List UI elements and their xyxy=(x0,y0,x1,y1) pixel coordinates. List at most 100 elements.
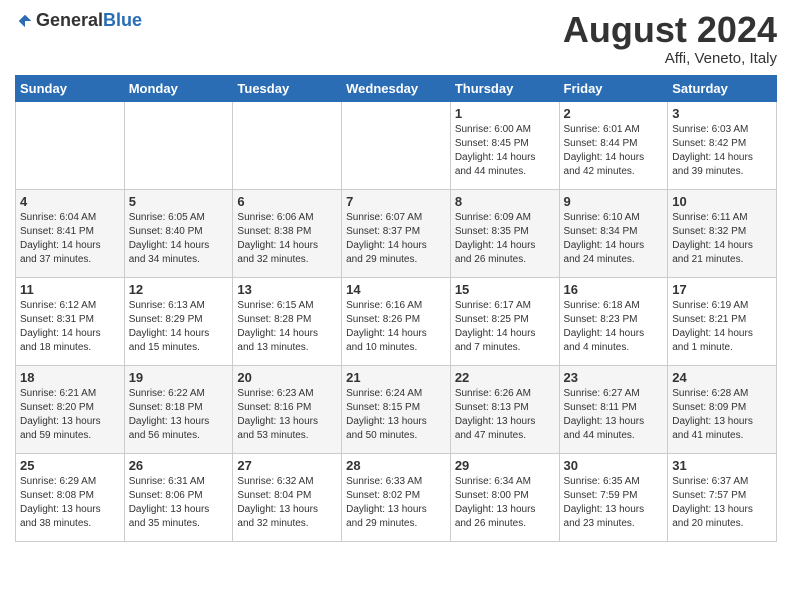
day-info: Sunrise: 6:10 AM Sunset: 8:34 PM Dayligh… xyxy=(564,211,664,267)
day-info: Sunrise: 6:35 AM Sunset: 7:59 PM Dayligh… xyxy=(564,475,664,531)
calendar-week-4: 18 Sunrise: 6:21 AM Sunset: 8:20 PM Dayli… xyxy=(16,365,777,453)
day-number: 13 xyxy=(237,282,337,297)
calendar-cell: 30 Sunrise: 6:35 AM Sunset: 7:59 PM Dayli… xyxy=(559,453,668,541)
calendar-cell: 6Sunrise: 6:06 AM Sunset: 8:38 PM Daylig… xyxy=(233,189,342,277)
calendar-week-3: 11 Sunrise: 6:12 AM Sunset: 8:31 PM Dayli… xyxy=(16,277,777,365)
calendar-cell: 2Sunrise: 6:01 AM Sunset: 8:44 PM Daylig… xyxy=(559,101,668,189)
weekday-header-tuesday: Tuesday xyxy=(233,75,342,101)
day-number: 5 xyxy=(129,194,229,209)
calendar-cell xyxy=(124,101,233,189)
day-number: 29 xyxy=(455,458,555,473)
calendar-cell: 27 Sunrise: 6:32 AM Sunset: 8:04 PM Dayli… xyxy=(233,453,342,541)
calendar-cell: 10 Sunrise: 6:11 AM Sunset: 8:32 PM Dayli… xyxy=(668,189,777,277)
day-number: 16 xyxy=(564,282,664,297)
calendar-cell: 18 Sunrise: 6:21 AM Sunset: 8:20 PM Dayli… xyxy=(16,365,125,453)
calendar-cell: 12 Sunrise: 6:13 AM Sunset: 8:29 PM Dayli… xyxy=(124,277,233,365)
day-info: Sunrise: 6:32 AM Sunset: 8:04 PM Dayligh… xyxy=(237,475,337,531)
day-info: Sunrise: 6:21 AM Sunset: 8:20 PM Dayligh… xyxy=(20,387,120,443)
calendar-cell: 9 Sunrise: 6:10 AM Sunset: 8:34 PM Daylig… xyxy=(559,189,668,277)
calendar-week-1: 1 Sunrise: 6:00 AM Sunset: 8:45 PM Daylig… xyxy=(16,101,777,189)
day-number: 8 xyxy=(455,194,555,209)
day-info: Sunrise: 6:31 AM Sunset: 8:06 PM Dayligh… xyxy=(129,475,229,531)
day-info: Sunrise: 6:11 AM Sunset: 8:32 PM Dayligh… xyxy=(672,211,772,267)
day-number: 7 xyxy=(346,194,446,209)
calendar-cell: 16 Sunrise: 6:18 AM Sunset: 8:23 PM Dayli… xyxy=(559,277,668,365)
day-number: 1 xyxy=(455,106,555,121)
calendar-cell: 24Sunrise: 6:28 AM Sunset: 8:09 PM Dayli… xyxy=(668,365,777,453)
calendar-cell: 21 Sunrise: 6:24 AM Sunset: 8:15 PM Dayli… xyxy=(342,365,451,453)
day-number: 24 xyxy=(672,370,772,385)
day-info: Sunrise: 6:00 AM Sunset: 8:45 PM Dayligh… xyxy=(455,123,555,179)
day-number: 21 xyxy=(346,370,446,385)
day-number: 31 xyxy=(672,458,772,473)
day-info: Sunrise: 6:03 AM Sunset: 8:42 PM Dayligh… xyxy=(672,123,772,179)
calendar-cell: 1 Sunrise: 6:00 AM Sunset: 8:45 PM Daylig… xyxy=(450,101,559,189)
day-info: Sunrise: 6:26 AM Sunset: 8:13 PM Dayligh… xyxy=(455,387,555,443)
weekday-header-thursday: Thursday xyxy=(450,75,559,101)
weekday-header-sunday: Sunday xyxy=(16,75,125,101)
day-info: Sunrise: 6:16 AM Sunset: 8:26 PM Dayligh… xyxy=(346,299,446,355)
logo-text-general: General xyxy=(36,10,103,30)
day-number: 20 xyxy=(237,370,337,385)
day-info: Sunrise: 6:29 AM Sunset: 8:08 PM Dayligh… xyxy=(20,475,120,531)
day-number: 4 xyxy=(20,194,120,209)
day-number: 12 xyxy=(129,282,229,297)
day-number: 18 xyxy=(20,370,120,385)
location-title: Affi, Veneto, Italy xyxy=(563,50,777,67)
day-number: 26 xyxy=(129,458,229,473)
day-number: 27 xyxy=(237,458,337,473)
weekday-header-monday: Monday xyxy=(124,75,233,101)
calendar-cell: 20 Sunrise: 6:23 AM Sunset: 8:16 PM Dayli… xyxy=(233,365,342,453)
calendar-cell: 11 Sunrise: 6:12 AM Sunset: 8:31 PM Dayli… xyxy=(16,277,125,365)
calendar-cell: 4 Sunrise: 6:04 AM Sunset: 8:41 PM Daylig… xyxy=(16,189,125,277)
calendar-cell: 13 Sunrise: 6:15 AM Sunset: 8:28 PM Dayli… xyxy=(233,277,342,365)
calendar-cell: 7 Sunrise: 6:07 AM Sunset: 8:37 PM Daylig… xyxy=(342,189,451,277)
day-info: Sunrise: 6:04 AM Sunset: 8:41 PM Dayligh… xyxy=(20,211,120,267)
day-info: Sunrise: 6:22 AM Sunset: 8:18 PM Dayligh… xyxy=(129,387,229,443)
calendar-cell xyxy=(342,101,451,189)
calendar-cell: 8 Sunrise: 6:09 AM Sunset: 8:35 PM Daylig… xyxy=(450,189,559,277)
weekday-header-friday: Friday xyxy=(559,75,668,101)
day-info: Sunrise: 6:34 AM Sunset: 8:00 PM Dayligh… xyxy=(455,475,555,531)
day-number: 2 xyxy=(564,106,664,121)
day-info: Sunrise: 6:33 AM Sunset: 8:02 PM Dayligh… xyxy=(346,475,446,531)
day-number: 22 xyxy=(455,370,555,385)
day-info: Sunrise: 6:15 AM Sunset: 8:28 PM Dayligh… xyxy=(237,299,337,355)
day-info: Sunrise: 6:24 AM Sunset: 8:15 PM Dayligh… xyxy=(346,387,446,443)
logo-icon xyxy=(16,12,34,30)
calendar-body: 1 Sunrise: 6:00 AM Sunset: 8:45 PM Daylig… xyxy=(16,101,777,541)
calendar-cell: 28 Sunrise: 6:33 AM Sunset: 8:02 PM Dayli… xyxy=(342,453,451,541)
day-info: Sunrise: 6:13 AM Sunset: 8:29 PM Dayligh… xyxy=(129,299,229,355)
calendar-cell xyxy=(16,101,125,189)
day-info: Sunrise: 6:18 AM Sunset: 8:23 PM Dayligh… xyxy=(564,299,664,355)
day-info: Sunrise: 6:17 AM Sunset: 8:25 PM Dayligh… xyxy=(455,299,555,355)
day-number: 11 xyxy=(20,282,120,297)
day-number: 28 xyxy=(346,458,446,473)
weekday-header-wednesday: Wednesday xyxy=(342,75,451,101)
day-number: 10 xyxy=(672,194,772,209)
day-number: 30 xyxy=(564,458,664,473)
calendar-cell: 14Sunrise: 6:16 AM Sunset: 8:26 PM Dayli… xyxy=(342,277,451,365)
calendar-table: SundayMondayTuesdayWednesdayThursdayFrid… xyxy=(15,75,777,542)
calendar-cell: 3Sunrise: 6:03 AM Sunset: 8:42 PM Daylig… xyxy=(668,101,777,189)
day-info: Sunrise: 6:05 AM Sunset: 8:40 PM Dayligh… xyxy=(129,211,229,267)
calendar-week-2: 4 Sunrise: 6:04 AM Sunset: 8:41 PM Daylig… xyxy=(16,189,777,277)
calendar-cell: 23Sunrise: 6:27 AM Sunset: 8:11 PM Dayli… xyxy=(559,365,668,453)
day-info: Sunrise: 6:07 AM Sunset: 8:37 PM Dayligh… xyxy=(346,211,446,267)
calendar-cell: 29 Sunrise: 6:34 AM Sunset: 8:00 PM Dayli… xyxy=(450,453,559,541)
day-info: Sunrise: 6:23 AM Sunset: 8:16 PM Dayligh… xyxy=(237,387,337,443)
calendar-cell xyxy=(233,101,342,189)
month-title: August 2024 xyxy=(563,10,777,50)
calendar-cell: 25 Sunrise: 6:29 AM Sunset: 8:08 PM Dayli… xyxy=(16,453,125,541)
day-number: 6 xyxy=(237,194,337,209)
weekday-header-row: SundayMondayTuesdayWednesdayThursdayFrid… xyxy=(16,75,777,101)
day-info: Sunrise: 6:19 AM Sunset: 8:21 PM Dayligh… xyxy=(672,299,772,355)
day-number: 15 xyxy=(455,282,555,297)
day-info: Sunrise: 6:12 AM Sunset: 8:31 PM Dayligh… xyxy=(20,299,120,355)
day-number: 25 xyxy=(20,458,120,473)
calendar-week-5: 25 Sunrise: 6:29 AM Sunset: 8:08 PM Dayli… xyxy=(16,453,777,541)
day-number: 9 xyxy=(564,194,664,209)
logo-text-blue: Blue xyxy=(103,10,142,30)
day-info: Sunrise: 6:09 AM Sunset: 8:35 PM Dayligh… xyxy=(455,211,555,267)
day-number: 23 xyxy=(564,370,664,385)
